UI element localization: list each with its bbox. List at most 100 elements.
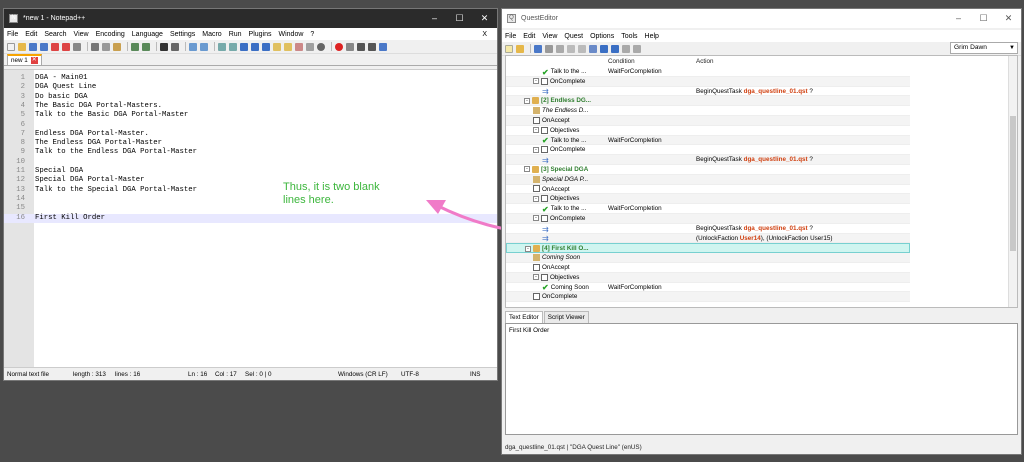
- tree-node[interactable]: ⇉: [542, 234, 551, 243]
- tree-row[interactable]: OnAccept: [506, 116, 910, 126]
- close-button[interactable]: ✕: [996, 13, 1021, 24]
- menu-quest[interactable]: Quest: [564, 33, 583, 40]
- tree-node[interactable]: - Objectives: [533, 126, 579, 136]
- tree-node-label: Coming Soon: [550, 283, 589, 291]
- tree-node[interactable]: ✔ Coming Soon: [542, 283, 589, 292]
- tree-row[interactable]: - [2] Endless DG...: [506, 96, 910, 107]
- tree-node[interactable]: - OnComplete: [533, 214, 585, 224]
- collapse-toggle-icon[interactable]: -: [533, 195, 539, 202]
- tree-node[interactable]: ⇉: [542, 155, 551, 165]
- menu-tools[interactable]: Tools: [621, 33, 637, 40]
- save-icon[interactable]: [534, 44, 542, 53]
- collapse-toggle-icon[interactable]: -: [524, 166, 530, 173]
- tree-node[interactable]: Coming Soon: [533, 253, 580, 263]
- action-suffix: ), (UnlockFaction User15): [760, 234, 833, 242]
- tree-row[interactable]: - Objectives: [506, 126, 910, 136]
- remove-icon[interactable]: [611, 44, 619, 53]
- tree-row[interactable]: ✔ Talk to the ... WaitForCompletion: [506, 67, 910, 77]
- questeditor-titlebar[interactable]: Q QuestEditor – ☐ ✕: [502, 9, 1021, 28]
- tree-row[interactable]: OnComplete: [506, 292, 910, 303]
- tree-node[interactable]: ⇉: [542, 224, 551, 234]
- tree-row[interactable]: ⇉ BeginQuestTask dga_questline_01.qst ?: [506, 155, 910, 165]
- tree-node[interactable]: - OnComplete: [533, 77, 585, 87]
- collapse-toggle-icon[interactable]: -: [533, 215, 539, 222]
- add-icon[interactable]: [600, 44, 608, 53]
- collapse-toggle-icon[interactable]: -: [533, 78, 539, 85]
- quest-text-editor[interactable]: First Kill Order: [505, 323, 1018, 435]
- tree-row[interactable]: ⇉ (UnlockFaction User14), (UnlockFaction …: [506, 233, 910, 244]
- document-icon: [533, 293, 540, 301]
- collapse-toggle-icon[interactable]: -: [533, 127, 539, 134]
- tree-row[interactable]: OnAccept: [506, 263, 910, 273]
- tree-row[interactable]: - OnComplete: [506, 145, 910, 156]
- questeditor-window: Q QuestEditor – ☐ ✕ File Edit View Quest…: [501, 8, 1022, 455]
- game-select-dropdown[interactable]: Grim Dawn ▼: [950, 42, 1018, 54]
- tree-node[interactable]: ✔ Talk to the ...: [542, 67, 586, 77]
- chevron-down-icon: ▼: [1009, 45, 1015, 51]
- collapse-toggle-icon[interactable]: -: [524, 97, 530, 104]
- add-node-icon[interactable]: [589, 44, 597, 53]
- open-icon[interactable]: [516, 44, 524, 53]
- tree-row[interactable]: ✔ Coming Soon WaitForCompletion: [506, 283, 910, 292]
- tree-row[interactable]: Coming Soon: [506, 253, 910, 263]
- tree-node[interactable]: ⇉: [542, 87, 551, 97]
- tree-row[interactable]: ⇉ BeginQuestTask dga_questline_01.qst ?: [506, 87, 910, 97]
- action-cell: (UnlockFaction User14), (UnlockFaction U…: [696, 234, 833, 244]
- tree-node[interactable]: ✔ Talk to the ...: [542, 136, 586, 145]
- quest-tree-view[interactable]: Condition Action ✔ Talk to the ... WaitFor…: [505, 55, 1018, 308]
- tree-node[interactable]: - Objectives: [533, 273, 579, 283]
- new-quest-icon[interactable]: [505, 44, 513, 53]
- collapse-toggle-icon[interactable]: -: [533, 274, 539, 281]
- collapse-toggle-icon[interactable]: -: [525, 245, 531, 252]
- arrow-icon: ⇉: [542, 87, 549, 97]
- document-icon: [541, 273, 548, 281]
- tree-row[interactable]: - [4] First Kill O...: [506, 243, 910, 254]
- tree-node[interactable]: OnAccept: [533, 116, 570, 126]
- document-icon: [533, 185, 540, 193]
- tree-node[interactable]: - [3] Special DGA: [524, 165, 588, 175]
- tree-node-label: [2] Endless DG...: [541, 97, 592, 105]
- collapse-toggle-icon[interactable]: -: [533, 146, 539, 153]
- tree-node[interactable]: - OnComplete: [533, 145, 585, 155]
- tree-node[interactable]: Special DGA P...: [533, 175, 588, 185]
- tree-node[interactable]: OnAccept: [533, 185, 570, 195]
- tree-row[interactable]: ✔ Talk to the ... WaitForCompletion: [506, 135, 910, 145]
- tree-node[interactable]: ✔ Talk to the ...: [542, 204, 586, 214]
- tree-vertical-scrollbar[interactable]: [1008, 56, 1017, 307]
- tree-row[interactable]: - [3] Special DGA: [506, 165, 910, 175]
- move-up-icon[interactable]: [622, 44, 630, 53]
- save-as-icon[interactable]: [545, 44, 553, 53]
- menu-help[interactable]: Help: [645, 33, 659, 40]
- menu-options[interactable]: Options: [590, 33, 614, 40]
- check-icon: ✔: [542, 205, 549, 215]
- tree-row[interactable]: ✔ Talk to the ... WaitForCompletion: [506, 204, 910, 214]
- move-down-icon[interactable]: [633, 44, 641, 53]
- paste-icon[interactable]: [556, 44, 564, 53]
- tab-text-editor[interactable]: Text Editor: [505, 311, 543, 323]
- tree-row[interactable]: - OnComplete: [506, 76, 910, 87]
- tree-row[interactable]: The Endless D...: [506, 106, 910, 116]
- tab-script-viewer[interactable]: Script Viewer: [543, 311, 589, 323]
- column-header-condition[interactable]: Condition: [608, 58, 635, 67]
- menu-view[interactable]: View: [542, 33, 557, 40]
- tree-node[interactable]: OnComplete: [533, 292, 577, 302]
- minimize-button[interactable]: –: [946, 13, 971, 24]
- tree-row[interactable]: - Objectives: [506, 194, 910, 205]
- undo-icon[interactable]: [567, 44, 575, 53]
- menu-edit[interactable]: Edit: [523, 33, 535, 40]
- tree-node[interactable]: OnAccept: [533, 263, 570, 273]
- tree-row[interactable]: - OnComplete: [506, 214, 910, 224]
- maximize-button[interactable]: ☐: [971, 13, 996, 24]
- column-header-action[interactable]: Action: [696, 58, 714, 67]
- tree-row[interactable]: OnAccept: [506, 185, 910, 195]
- redo-icon[interactable]: [578, 44, 586, 53]
- tree-node[interactable]: The Endless D...: [533, 106, 589, 116]
- scrollbar-thumb[interactable]: [1010, 116, 1016, 251]
- tree-node[interactable]: - Objectives: [533, 194, 579, 204]
- tree-row[interactable]: ⇉ BeginQuestTask dga_questline_01.qst ?: [506, 224, 910, 234]
- tree-row[interactable]: Special DGA P...: [506, 174, 910, 185]
- menu-file[interactable]: File: [505, 33, 516, 40]
- tree-node-label: [3] Special DGA: [541, 166, 589, 173]
- tree-row[interactable]: - Objectives: [506, 272, 910, 283]
- tree-node[interactable]: - [2] Endless DG...: [524, 96, 591, 106]
